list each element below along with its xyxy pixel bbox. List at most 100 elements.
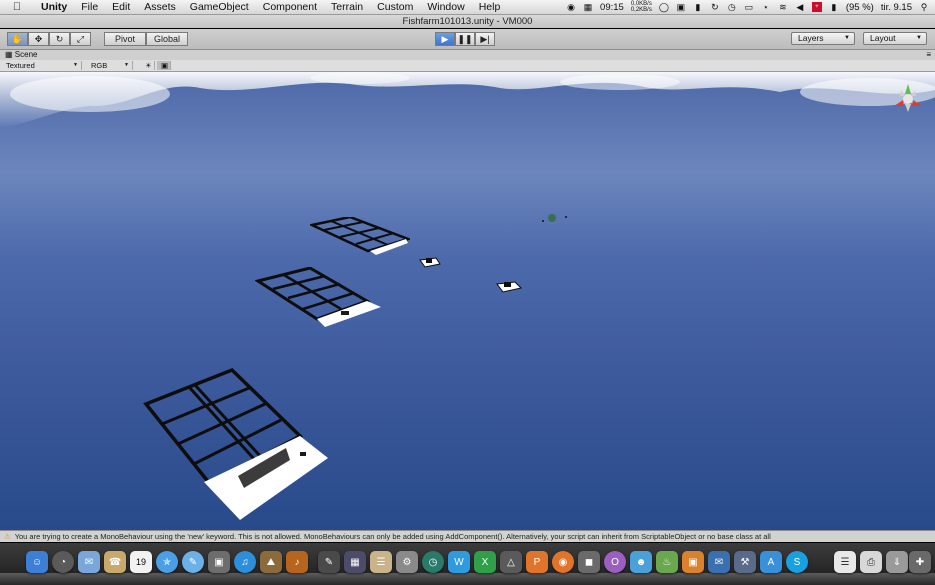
menu-assets[interactable]: Assets	[137, 1, 183, 13]
scene-tab[interactable]: ▦ Scene ≡	[0, 50, 935, 60]
documents-stack-icon[interactable]: ☰	[834, 551, 856, 573]
game-overlay-toggle[interactable]: ▣	[157, 61, 171, 70]
skype-status-icon[interactable]: ◉	[566, 2, 576, 12]
finder-icon[interactable]: ☺	[26, 551, 48, 573]
itunes-icon[interactable]: ♫	[234, 551, 256, 573]
pause-icon: ❚❚	[457, 33, 473, 44]
excel-icon[interactable]: X	[474, 551, 496, 573]
scene-viewport[interactable]	[0, 72, 935, 530]
chevron-down-icon: ▼	[124, 62, 129, 68]
downloads-icon[interactable]: ⇓	[886, 551, 908, 573]
dashboard-icon[interactable]: ◔	[52, 551, 74, 573]
panel-menu-icon[interactable]: ≡	[926, 50, 931, 60]
menu-file[interactable]: File	[74, 1, 105, 13]
layers-dropdown[interactable]: Layers ▼	[791, 32, 855, 45]
warning-icon: ⚠	[4, 532, 11, 541]
movie-icon[interactable]: ◼	[578, 551, 600, 573]
textedit-icon[interactable]: ☰	[370, 551, 392, 573]
skybox-clouds	[0, 72, 935, 128]
scene-grid-icon: ▦	[5, 50, 13, 59]
fish-pen-near[interactable]	[140, 364, 335, 522]
menu-clock[interactable]: tir. 9.15	[881, 2, 912, 13]
distant-debris	[542, 214, 567, 222]
time-machine-icon[interactable]: ◷	[727, 2, 737, 12]
color-mode-label: RGB	[91, 61, 108, 70]
menu-terrain[interactable]: Terrain	[324, 1, 370, 13]
cpu-meter-icon[interactable]: ▮	[693, 2, 703, 12]
xcode-icon[interactable]: ⚒	[734, 551, 756, 573]
spaces-icon[interactable]: ▦	[344, 551, 366, 573]
scene-options-bar: Textured ▼ RGB ▼ ☀ ▣	[0, 60, 935, 72]
safari-icon[interactable]: ✯	[156, 551, 178, 573]
menu-component[interactable]: Component	[256, 1, 324, 13]
pause-button[interactable]: ❚❚	[455, 32, 475, 46]
move-icon: ✥	[34, 33, 43, 44]
menu-unity[interactable]: Unity	[34, 1, 74, 13]
time-machine-dock-icon[interactable]: ◷	[422, 551, 444, 573]
rotate-tool-button[interactable]: ↻	[49, 32, 70, 46]
garageband-icon[interactable]: ♪	[286, 551, 308, 573]
global-label: Global	[153, 34, 180, 44]
boat-1[interactable]	[419, 255, 441, 269]
app-store-icon[interactable]: A	[760, 551, 782, 573]
mail-icon[interactable]: ✉	[78, 551, 100, 573]
fish-pen-far[interactable]	[310, 217, 410, 257]
play-button[interactable]: ▶	[435, 32, 455, 46]
trash-icon[interactable]: ✚	[909, 551, 931, 573]
wifi-icon[interactable]: ≋	[778, 2, 788, 12]
spotlight-icon[interactable]: ⚲	[919, 2, 929, 12]
photo-booth-icon[interactable]: ▣	[208, 551, 230, 573]
info-icon[interactable]: ▣	[676, 2, 686, 12]
render-mode-dropdown[interactable]: Textured ▼	[2, 61, 82, 70]
menu-gameobject[interactable]: GameObject	[183, 1, 256, 13]
global-toggle[interactable]: Global	[146, 32, 188, 46]
ical-icon[interactable]: 19	[130, 551, 152, 573]
presentation-icon[interactable]: ▣	[682, 551, 704, 573]
battery-icon[interactable]: ▮	[829, 2, 839, 12]
printer-icon[interactable]: ⎙	[860, 551, 882, 573]
calendar-status-icon[interactable]: ▦	[583, 2, 593, 12]
apple-menu-icon[interactable]: 	[10, 1, 24, 13]
move-tool-button[interactable]: ✥	[28, 32, 49, 46]
sync-icon[interactable]: ↻	[710, 2, 720, 12]
layout-dropdown[interactable]: Layout ▼	[863, 32, 927, 45]
menu-custom[interactable]: Custom	[370, 1, 420, 13]
adium-icon[interactable]: ♨	[656, 551, 678, 573]
console-status-bar[interactable]: ⚠ You are trying to create a MonoBehavio…	[0, 530, 935, 542]
bluetooth-icon[interactable]: ⋆	[761, 2, 771, 12]
system-preferences-icon[interactable]: ⚙	[396, 551, 418, 573]
image-icon: ▣	[161, 61, 169, 70]
iphoto-icon[interactable]: ⛰	[260, 551, 282, 573]
display-icon[interactable]: ▭	[744, 2, 754, 12]
step-button[interactable]: ▶|	[475, 32, 495, 46]
scale-tool-button[interactable]: ⤢	[70, 32, 91, 46]
fish-pen-middle[interactable]	[255, 267, 385, 329]
volume-icon[interactable]: ◀	[795, 2, 805, 12]
word-icon[interactable]: W	[448, 551, 470, 573]
pivot-toggle[interactable]: Pivot	[104, 32, 146, 46]
onenote-icon[interactable]: O	[604, 551, 626, 573]
menu-help[interactable]: Help	[472, 1, 508, 13]
unity-icon[interactable]: △	[500, 551, 522, 573]
window-title: Fishfarm101013.unity - VM000	[402, 16, 533, 27]
chevron-down-icon: ▼	[73, 62, 78, 68]
fan-icon[interactable]: ◯	[659, 2, 669, 12]
menu-edit[interactable]: Edit	[105, 1, 137, 13]
messenger-icon[interactable]: ☻	[630, 551, 652, 573]
preview-icon[interactable]: ✎	[318, 551, 340, 573]
skype-icon[interactable]: S	[786, 551, 808, 573]
hand-tool-button[interactable]: ✋	[7, 32, 28, 46]
lighting-toggle[interactable]: ☀	[141, 61, 155, 70]
powerpoint-icon[interactable]: P	[526, 551, 548, 573]
ichat-icon[interactable]: ✎	[182, 551, 204, 573]
status-area: ◉ ▦ 09:15 0,0KB/s 0,2KB/s ◯ ▣ ▮ ↻ ◷ ▭ ⋆ ≋…	[566, 0, 929, 14]
flag-icon[interactable]: +	[811, 2, 822, 12]
firefox-icon[interactable]: ◉	[552, 551, 574, 573]
boat-2[interactable]	[496, 278, 522, 294]
color-mode-dropdown[interactable]: RGB ▼	[87, 61, 133, 70]
orientation-gizmo-icon[interactable]	[891, 82, 925, 116]
calendar-day: 19	[135, 557, 146, 567]
menu-window[interactable]: Window	[420, 1, 471, 13]
outlook-icon[interactable]: ✉	[708, 551, 730, 573]
contacts-icon[interactable]: ☎	[104, 551, 126, 573]
